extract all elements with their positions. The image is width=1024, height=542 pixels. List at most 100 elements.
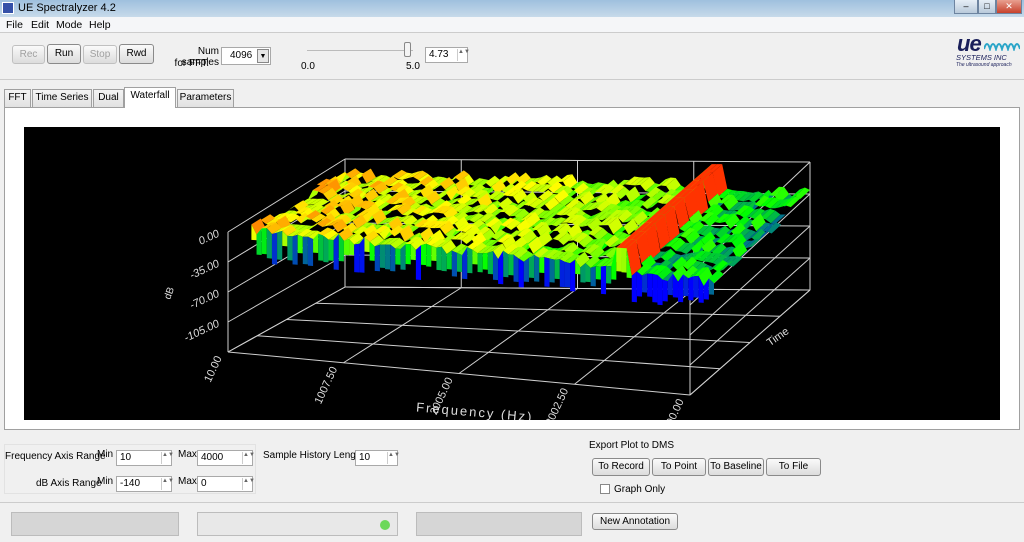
surface-front-edge: [564, 261, 571, 288]
floor-grid-line: [257, 335, 721, 370]
to-record-button[interactable]: To Record: [592, 458, 650, 476]
surface-front-edge: [523, 258, 529, 283]
title-bar: UE Spectralyzer 4.2 – □ ✕: [0, 0, 1024, 17]
floor-grid-line: [227, 351, 691, 396]
menu-mode[interactable]: Mode: [56, 19, 82, 31]
surface-front-edge: [405, 243, 411, 265]
menu-edit[interactable]: Edit: [31, 19, 49, 31]
surface-front-edge: [647, 273, 653, 297]
history-input[interactable]: 10 ▲▼: [355, 450, 400, 466]
run-button[interactable]: Run: [47, 44, 81, 64]
surface-front-edge: [477, 253, 483, 273]
stop-button[interactable]: Stop: [83, 45, 117, 64]
spinner-icon[interactable]: ▲▼: [242, 452, 255, 464]
surface-front-edge: [518, 258, 524, 288]
db-min-label: Min: [97, 476, 114, 487]
spinner-icon[interactable]: ▲▼: [161, 452, 174, 464]
tab-time-series[interactable]: Time Series: [32, 89, 92, 107]
slider-value-input[interactable]: 4.73 ▲▼: [425, 47, 470, 63]
status-field-3: [416, 512, 582, 536]
db-min-input[interactable]: -140 ▲▼: [116, 476, 174, 492]
surface-front-edge: [657, 275, 663, 306]
surface-front-edge: [395, 248, 401, 265]
num-samples-select[interactable]: 4096 ▼: [221, 47, 271, 65]
slider-track[interactable]: [307, 50, 413, 51]
spinner-icon[interactable]: ▲▼: [242, 478, 255, 490]
frequency-tick-label: 3002.50: [544, 386, 572, 420]
surface-front-edge: [528, 254, 535, 279]
waterfall-chart: 0.00-35.00-70.00-105.0010.00 1007.50 2005.…: [162, 158, 811, 438]
surface-front-edge: [261, 228, 267, 255]
spinner-icon[interactable]: ▲▼: [387, 452, 400, 464]
surface-front-edge: [415, 245, 422, 281]
to-baseline-button[interactable]: To Baseline: [708, 458, 764, 476]
surface-front-edge: [451, 250, 457, 277]
db-tick-label: 0.00: [197, 227, 222, 247]
side-wall-grid-line: [227, 254, 346, 323]
history-label: Sample History Length: [263, 450, 365, 461]
to-point-button[interactable]: To Point: [652, 458, 706, 476]
freq-min-input[interactable]: 10 ▲▼: [116, 450, 174, 466]
surface-front-edge: [570, 259, 576, 292]
surface-front-edge: [307, 236, 314, 266]
surface-front-edge: [292, 234, 298, 265]
graph-only-checkbox[interactable]: [600, 484, 610, 494]
surface-front-edge: [513, 254, 519, 283]
surface-front-edge: [379, 244, 386, 269]
surface-front-edge: [616, 247, 622, 272]
surface-front-edge: [688, 276, 694, 301]
minimize-button[interactable]: –: [954, 0, 978, 14]
surface-front-edge: [343, 239, 350, 256]
freq-max-input[interactable]: 4000 ▲▼: [197, 450, 255, 466]
maximize-button[interactable]: □: [978, 0, 996, 14]
surface-front-edge: [287, 235, 293, 261]
surface-front-edge: [621, 248, 627, 273]
surface-front-edge: [328, 239, 334, 261]
db-max-label: Max: [178, 476, 197, 487]
tab-dual[interactable]: Dual: [93, 89, 124, 107]
menu-file[interactable]: File: [6, 19, 23, 31]
db-min-value: -140: [120, 478, 141, 489]
num-samples-value: 4096: [230, 50, 253, 61]
menu-bar: File Edit Mode Help: [0, 17, 1024, 33]
surface-front-edge: [436, 246, 442, 271]
menu-help[interactable]: Help: [89, 19, 111, 31]
rwd-button[interactable]: Rwd: [119, 44, 154, 64]
spinner-icon[interactable]: ▲▼: [457, 49, 470, 61]
surface-front-edge: [421, 243, 427, 266]
to-file-button[interactable]: To File: [766, 458, 821, 476]
frequency-tick-label: 10.00: [202, 354, 225, 384]
surface-front-edge: [508, 254, 514, 276]
freq-max-value: 4000: [201, 452, 224, 463]
waterfall-plot: 0.00 -35.00 -70.00 -105.00 10.00 1007.50 2005.…: [24, 127, 1000, 438]
surface-front-edge: [534, 254, 540, 282]
num-samples-label-2: for FFT:: [174, 58, 209, 69]
chevron-down-icon[interactable]: ▼: [257, 49, 269, 63]
surface-front-edge: [318, 233, 324, 261]
surface-front-edge: [554, 259, 560, 280]
floor-grid-line: [315, 302, 781, 317]
graph-only-label: Graph Only: [614, 484, 666, 495]
slider-thumb[interactable]: [404, 42, 412, 57]
tab-fft[interactable]: FFT: [4, 89, 31, 107]
surface-front-edge: [544, 257, 550, 287]
surface-front-edge: [693, 275, 699, 298]
rec-button[interactable]: Rec: [12, 45, 45, 64]
frequency-tick-label: 4000.00: [659, 397, 687, 420]
db-max-input[interactable]: 0 ▲▼: [197, 476, 255, 492]
surface-front-edge: [662, 279, 668, 302]
close-button[interactable]: ✕: [996, 0, 1022, 14]
surface-front-edge: [390, 244, 396, 272]
slider-value: 4.73: [429, 49, 449, 60]
spinner-icon[interactable]: ▲▼: [161, 478, 174, 490]
time-axis-label: Time: [765, 325, 792, 349]
tab-parameters[interactable]: Parameters: [177, 89, 234, 107]
surface-front-edge: [333, 233, 339, 270]
new-annotation-button[interactable]: New Annotation: [592, 513, 678, 530]
surface-front-edge: [631, 271, 637, 303]
db-range-label: dB Axis Range: [36, 478, 102, 489]
surface-front-edge: [354, 243, 360, 273]
surface-front-edge: [385, 244, 391, 270]
tab-waterfall[interactable]: Waterfall: [124, 87, 176, 108]
status-led-icon: [380, 520, 390, 530]
